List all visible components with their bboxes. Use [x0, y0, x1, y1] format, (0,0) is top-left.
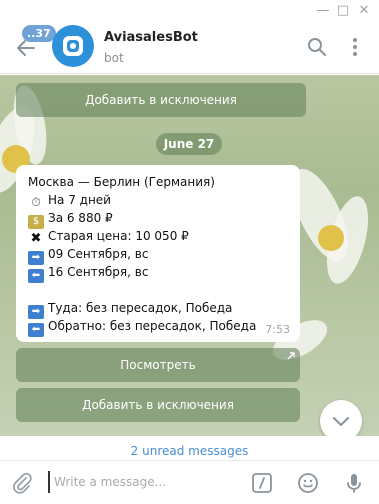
message-line-text: Москва — Берлин (Германия) — [28, 175, 215, 189]
close-button[interactable]: ✕ — [355, 2, 373, 20]
unread-messages-bar[interactable]: 2 unread messages — [0, 436, 379, 460]
message-line: ✖ Старая цена: 10 050 ₽ — [28, 227, 288, 246]
left-arrow-icon: ⬅ — [28, 269, 44, 283]
paperclip-icon — [13, 472, 32, 494]
avatar[interactable] — [52, 25, 94, 67]
message-line: Москва — Берлин (Германия) — [28, 173, 288, 191]
minimize-button[interactable]: — — [314, 2, 332, 20]
exclude-button-top[interactable]: Добавить в исключения — [16, 83, 306, 117]
message-line-text: Туда: без пересадок, Победа — [48, 301, 233, 315]
message-line: ⬅ Обратно: без пересадок, Победа — [28, 317, 288, 337]
commands-button[interactable] — [250, 471, 274, 495]
date-separator: June 27 — [156, 133, 222, 155]
chat-area[interactable]: Добавить в исключения June 27 Москва — Б… — [0, 75, 379, 460]
message-line-text: За 6 880 ₽ — [48, 211, 113, 225]
unread-count-badge: ..37 — [22, 25, 56, 42]
bot-avatar-icon — [63, 36, 83, 56]
search-button[interactable] — [306, 36, 328, 58]
message-line: ⬅ 16 Сентября, вс — [28, 263, 288, 283]
exclude-button[interactable]: Добавить в исключения — [16, 388, 300, 422]
message-line-text: Старая цена: 10 050 ₽ — [48, 229, 189, 243]
message-line-text: 16 Сентября, вс — [48, 265, 149, 279]
slash-command-icon — [252, 473, 272, 493]
search-icon — [308, 38, 326, 56]
microphone-icon — [347, 474, 361, 493]
smile-icon — [298, 473, 318, 493]
view-button[interactable]: Посмотреть — [16, 348, 300, 382]
view-button-label: Посмотреть — [120, 358, 196, 372]
message-line: ➡ Туда: без пересадок, Победа — [28, 299, 288, 319]
message-line — [28, 281, 288, 299]
chat-title[interactable]: AviasalesBot — [104, 30, 198, 45]
more-vertical-icon — [353, 38, 357, 56]
chat-status: bot — [104, 51, 124, 65]
external-link-icon — [287, 352, 295, 360]
voice-button[interactable] — [342, 471, 366, 495]
message-text: Москва — Берлин (Германия) ⏱ На 7 дней $ За … — [28, 173, 288, 337]
message-line: ⏱ На 7 дней — [28, 191, 288, 209]
message-input[interactable] — [48, 471, 238, 493]
message-composer — [0, 460, 379, 504]
message-bubble: Москва — Берлин (Германия) ⏱ На 7 дней $ За … — [16, 165, 300, 342]
chat-header: ..37 AviasalesBot bot — [0, 22, 379, 74]
left-arrow-icon: ⬅ — [28, 323, 44, 337]
message-line-text: Обратно: без пересадок, Победа — [48, 319, 257, 333]
message-line-text: На 7 дней — [48, 193, 111, 207]
message-line: $ За 6 880 ₽ — [28, 209, 288, 229]
timer-icon: ⏱ — [31, 195, 41, 209]
attach-button[interactable] — [10, 471, 34, 495]
maximize-button[interactable]: □ — [334, 2, 352, 20]
emoji-button[interactable] — [296, 471, 320, 495]
cross-icon: ✖ — [30, 231, 42, 246]
message-time: 7:53 — [265, 323, 290, 336]
more-menu-button[interactable] — [344, 36, 366, 58]
message-line-text: 09 Сентября, вс — [48, 247, 149, 261]
window-titlebar: — □ ✕ — [0, 0, 379, 22]
message-line: ➡ 09 Сентября, вс — [28, 245, 288, 265]
